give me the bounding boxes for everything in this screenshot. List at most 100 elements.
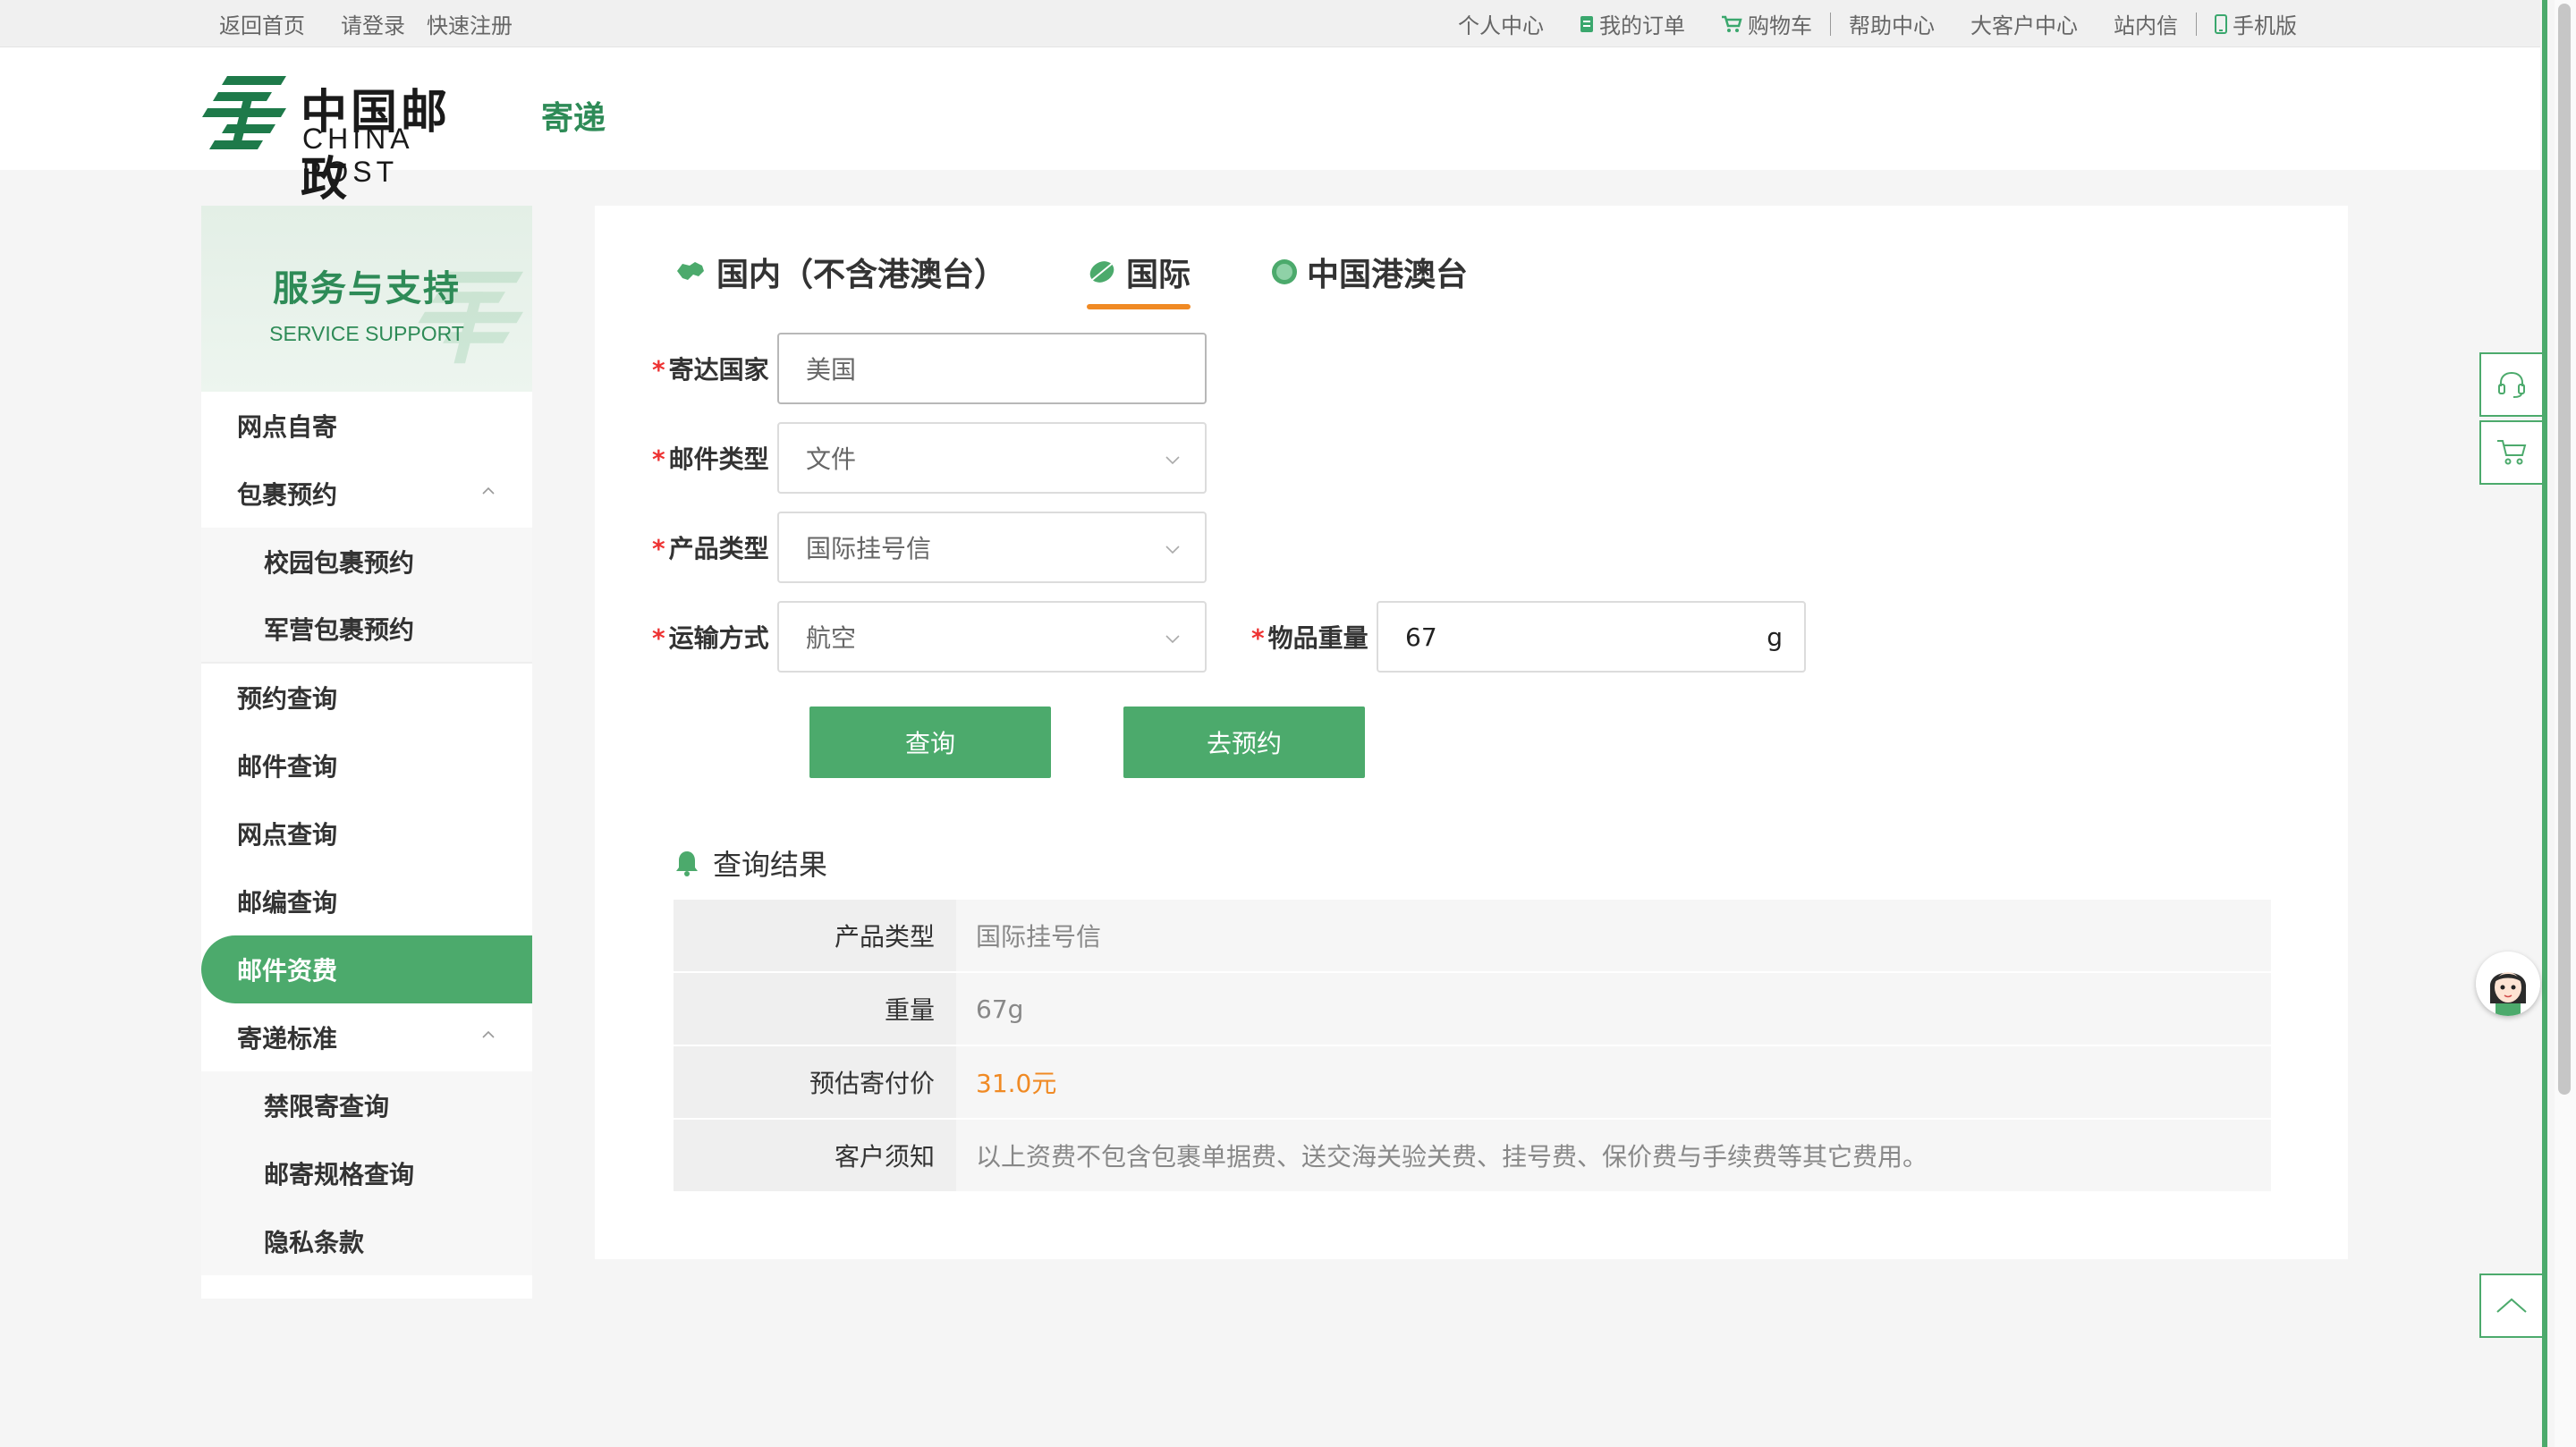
hk-badge-icon <box>1272 259 1298 284</box>
result-title: 查询结果 <box>674 842 827 884</box>
mobile-version-label: 手机版 <box>2233 13 2297 38</box>
product-type-select[interactable]: 国际挂号信 <box>777 512 1207 583</box>
sidebar-item-postcode-query[interactable]: 邮编查询 <box>201 867 532 935</box>
cart-link[interactable]: 购物车 <box>1703 8 1830 39</box>
chevron-down-icon <box>1165 635 1180 644</box>
login-link[interactable]: 请登录 <box>341 8 405 39</box>
my-orders-link[interactable]: 我的订单 <box>1562 8 1703 39</box>
sidebar-item-parcel-booking[interactable]: 包裹预约 <box>201 460 532 528</box>
required-mark: * <box>652 623 665 653</box>
register-link[interactable]: 快速注册 <box>427 8 513 39</box>
china-post-logo[interactable]: 中国邮政 CHINA POST <box>200 72 496 207</box>
country-value: 美国 <box>806 355 857 385</box>
sidebar-item-spec-query[interactable]: 邮寄规格查询 <box>201 1139 532 1207</box>
sidebar-item-outlet-query[interactable]: 网点查询 <box>201 800 532 867</box>
sidebar-item-barracks-booking[interactable]: 军营包裹预约 <box>201 596 532 664</box>
top-utility-bar: 返回首页 请登录 快速注册 个人中心 我的订单 购物车 帮助中心 大客户中心 站… <box>0 0 2540 47</box>
key-account-label: 大客户中心 <box>1970 13 2078 38</box>
key-account-link[interactable]: 大客户中心 <box>1953 8 2096 39</box>
country-input[interactable]: 美国 <box>777 333 1207 404</box>
help-center-link[interactable]: 帮助中心 <box>1831 8 1953 39</box>
result-title-text: 查询结果 <box>713 848 828 882</box>
required-mark: * <box>652 355 665 385</box>
personal-center-label: 个人中心 <box>1458 13 1544 38</box>
back-to-top-button[interactable] <box>2479 1274 2544 1338</box>
tab-domestic[interactable]: 国内（不含港澳台） <box>674 245 1006 299</box>
required-mark: * <box>652 444 665 474</box>
header-subtitle: 寄递 <box>541 100 606 137</box>
transport-row: * 运输方式 航空 <box>652 601 1207 673</box>
right-accent-bar <box>2542 0 2547 1447</box>
mail-type-label: * 邮件类型 <box>652 440 777 476</box>
sidebar-item-label: 包裹预约 <box>237 480 338 510</box>
site-header: 中国邮政 CHINA POST 寄递 <box>0 47 2540 207</box>
result-value: 以上资费不包含包裹单据费、送交海关验关费、挂号费、保价费与手续费等其它费用。 <box>956 1120 2271 1191</box>
product-type-value: 国际挂号信 <box>806 534 932 563</box>
chevron-up-icon <box>482 487 495 495</box>
country-label: * 寄达国家 <box>652 351 777 386</box>
sidebar-item-booking-query[interactable]: 预约查询 <box>201 664 532 732</box>
mobile-version-link[interactable]: 手机版 <box>2197 8 2315 39</box>
messages-link[interactable]: 站内信 <box>2096 8 2196 39</box>
result-key: 预估寄付价 <box>674 1046 956 1118</box>
sidebar-item-campus-booking[interactable]: 校园包裹预约 <box>201 528 532 596</box>
logo-english-text: CHINA POST <box>302 123 412 188</box>
sidebar-item-label: 寄递标准 <box>237 1024 338 1054</box>
sidebar-item-postage[interactable]: 邮件资费 <box>201 935 532 1003</box>
transport-value: 航空 <box>806 623 857 653</box>
query-button[interactable]: 查询 <box>809 707 1051 778</box>
home-link[interactable]: 返回首页 <box>219 8 305 39</box>
weight-label: * 物品重量 <box>1251 619 1377 655</box>
mail-type-value: 文件 <box>806 444 857 474</box>
product-type-label-text: 产品类型 <box>668 534 769 563</box>
messages-label: 站内信 <box>2114 13 2178 38</box>
weight-input[interactable]: 67 g <box>1377 601 1806 673</box>
book-button[interactable]: 去预约 <box>1123 707 1365 778</box>
result-table: 产品类型 国际挂号信 重量 67g 预估寄付价 31.0元 客户须知 以上资费不… <box>674 900 2271 1193</box>
my-orders-label: 我的订单 <box>1599 13 1685 38</box>
tab-domestic-label: 国内（不含港澳台） <box>716 257 1007 293</box>
float-cart-button[interactable] <box>2479 420 2544 485</box>
transport-select[interactable]: 航空 <box>777 601 1207 673</box>
mail-type-row: * 邮件类型 文件 <box>652 422 1207 494</box>
transport-label: * 运输方式 <box>652 619 777 655</box>
result-key: 客户须知 <box>674 1120 956 1191</box>
sidebar-header: 服务与支持 SERVICE SUPPORT <box>201 206 532 392</box>
result-value: 国际挂号信 <box>956 900 2271 971</box>
tab-hk-macao-taiwan[interactable]: 中国港澳台 <box>1271 245 1468 299</box>
table-row: 重量 67g <box>674 973 2271 1046</box>
weight-label-text: 物品重量 <box>1267 623 1368 653</box>
cart-label: 购物车 <box>1748 13 1812 38</box>
globe-leaf-icon <box>1089 261 1114 283</box>
china-post-logo-icon <box>202 76 286 149</box>
scrollbar-thumb[interactable] <box>2558 4 2571 1095</box>
result-key: 重量 <box>674 973 956 1045</box>
help-center-label: 帮助中心 <box>1849 13 1935 38</box>
personal-center-link[interactable]: 个人中心 <box>1440 8 1562 39</box>
transport-label-text: 运输方式 <box>668 623 769 653</box>
tab-international[interactable]: 国际 <box>1087 245 1191 309</box>
customer-service-button[interactable] <box>2479 352 2544 417</box>
sidebar-item-privacy[interactable]: 隐私条款 <box>201 1207 532 1275</box>
sidebar-item-shipping-standards[interactable]: 寄递标准 <box>201 1003 532 1071</box>
required-mark: * <box>652 534 665 563</box>
tab-hk-macao-taiwan-label: 中国港澳台 <box>1307 257 1469 293</box>
cart-icon <box>1722 15 1742 32</box>
chevron-up-icon <box>482 1030 495 1038</box>
page-scrollbar[interactable] <box>2555 0 2576 1447</box>
region-tabs: 国内（不含港澳台） 国际 中国港澳台 <box>674 245 1548 309</box>
required-mark: * <box>1251 623 1265 653</box>
service-support-sidebar: 服务与支持 SERVICE SUPPORT 网点自寄 包裹预约 校园包裹预约 军… <box>201 206 532 1299</box>
assistant-avatar[interactable] <box>2476 952 2540 1016</box>
assistant-face-icon <box>2476 952 2540 1016</box>
mail-type-label-text: 邮件类型 <box>668 444 769 474</box>
weight-row: * 物品重量 67 g <box>1251 601 1806 673</box>
country-label-text: 寄达国家 <box>668 355 769 385</box>
sidebar-item-prohibited-query[interactable]: 禁限寄查询 <box>201 1071 532 1139</box>
table-row: 客户须知 以上资费不包含包裹单据费、送交海关验关费、挂号费、保价费与手续费等其它… <box>674 1120 2271 1193</box>
sidebar-item-mail-query[interactable]: 邮件查询 <box>201 732 532 800</box>
country-row: * 寄达国家 美国 <box>652 333 1207 404</box>
sidebar-title: 服务与支持 <box>273 268 461 309</box>
sidebar-item-self-send[interactable]: 网点自寄 <box>201 392 532 460</box>
mail-type-select[interactable]: 文件 <box>777 422 1207 494</box>
